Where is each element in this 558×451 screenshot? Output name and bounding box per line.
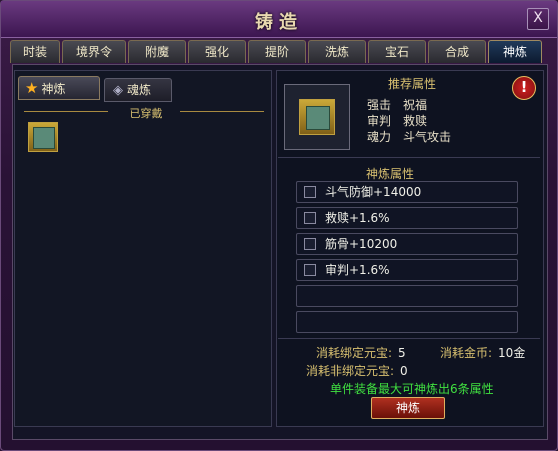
attr-row[interactable]: 审判+1.6%	[296, 259, 518, 281]
tab-enchant[interactable]: 附魔	[128, 40, 186, 63]
tab-strengthen[interactable]: 强化	[188, 40, 246, 63]
attr-label: 救赎+1.6%	[325, 211, 390, 225]
alert-icon[interactable]: !	[512, 76, 536, 100]
attr-label: 斗气防御+14000	[325, 185, 422, 199]
attr-row-empty	[296, 311, 518, 333]
recommended-row: 审判 救赎	[367, 112, 439, 129]
recommended-attr: 强击	[367, 98, 392, 112]
divine-refine-button[interactable]: 神炼	[371, 397, 445, 419]
tab-upgrade[interactable]: 提阶	[248, 40, 306, 63]
subtab-soul-refine-label: 魂炼	[127, 83, 152, 97]
divider	[278, 338, 540, 339]
target-item-slot[interactable]	[284, 84, 350, 150]
cost-gold-value: 10金	[498, 346, 526, 360]
title-bar[interactable]: 铸造 X	[1, 1, 557, 38]
attr-checkbox[interactable]	[304, 186, 316, 198]
recommended-row: 强击 祝福	[367, 96, 439, 113]
star-icon: ★	[25, 79, 39, 97]
cost-bound-value: 5	[398, 346, 406, 360]
equipped-divider: 已穿戴	[24, 106, 264, 120]
divider-line-right	[180, 111, 264, 112]
equipped-item-slot[interactable]	[28, 122, 58, 152]
attr-label: 筋骨+10200	[325, 237, 398, 251]
attr-row[interactable]: 斗气防御+14000	[296, 181, 518, 203]
recommended-attr: 审判	[367, 114, 392, 128]
tab-synthesis[interactable]: 合成	[428, 40, 486, 63]
cost-bound-label: 消耗绑定元宝:	[316, 346, 393, 360]
recommended-attr: 魂力	[367, 130, 392, 144]
attr-label: 审判+1.6%	[325, 263, 390, 277]
cost-gold: 消耗金币: 10金	[440, 344, 525, 361]
close-button[interactable]: X	[527, 8, 549, 30]
subtab-divine-refine[interactable]: ★ 神炼	[18, 76, 100, 100]
divider-line-left	[24, 111, 108, 112]
cost-gold-label: 消耗金币:	[440, 346, 493, 360]
attr-checkbox[interactable]	[304, 212, 316, 224]
recommended-attr: 斗气攻击	[403, 130, 452, 144]
target-item-icon	[299, 99, 335, 135]
tab-realm-token[interactable]: 境界令	[62, 40, 126, 63]
max-attr-hint: 单件装备最大可神炼出6条属性	[330, 382, 494, 396]
subtab-divine-refine-label: 神炼	[41, 82, 66, 96]
tab-divine-refine[interactable]: 神炼	[488, 40, 542, 63]
attr-row[interactable]: 救赎+1.6%	[296, 207, 518, 229]
divine-attrs-title: 神炼属性	[366, 167, 415, 181]
recommended-row: 魂力 斗气攻击	[367, 128, 451, 145]
diamond-icon: ◈	[113, 83, 123, 98]
cost-bound-ingot: 消耗绑定元宝: 5	[316, 344, 406, 361]
tab-gem[interactable]: 宝石	[368, 40, 426, 63]
equipment-item-icon	[33, 127, 55, 149]
attr-row[interactable]: 筋骨+10200	[296, 233, 518, 255]
tab-refine[interactable]: 洗炼	[308, 40, 366, 63]
cost-unbound-label: 消耗非绑定元宝:	[306, 364, 395, 378]
cost-unbound-value: 0	[400, 364, 408, 378]
window-title: 铸造	[255, 12, 303, 33]
recommended-attr: 救赎	[403, 114, 428, 128]
recommended-title: 推荐属性	[388, 77, 437, 91]
attr-checkbox[interactable]	[304, 264, 316, 276]
subtab-soul-refine[interactable]: ◈ 魂炼	[104, 78, 172, 102]
attr-checkbox[interactable]	[304, 238, 316, 250]
attr-row-empty	[296, 285, 518, 307]
cost-unbound-ingot: 消耗非绑定元宝: 0	[306, 362, 408, 379]
divider	[278, 157, 540, 158]
recommended-attr: 祝福	[403, 98, 428, 112]
tab-fashion[interactable]: 时装	[10, 40, 60, 63]
equipped-label: 已穿戴	[129, 107, 163, 120]
